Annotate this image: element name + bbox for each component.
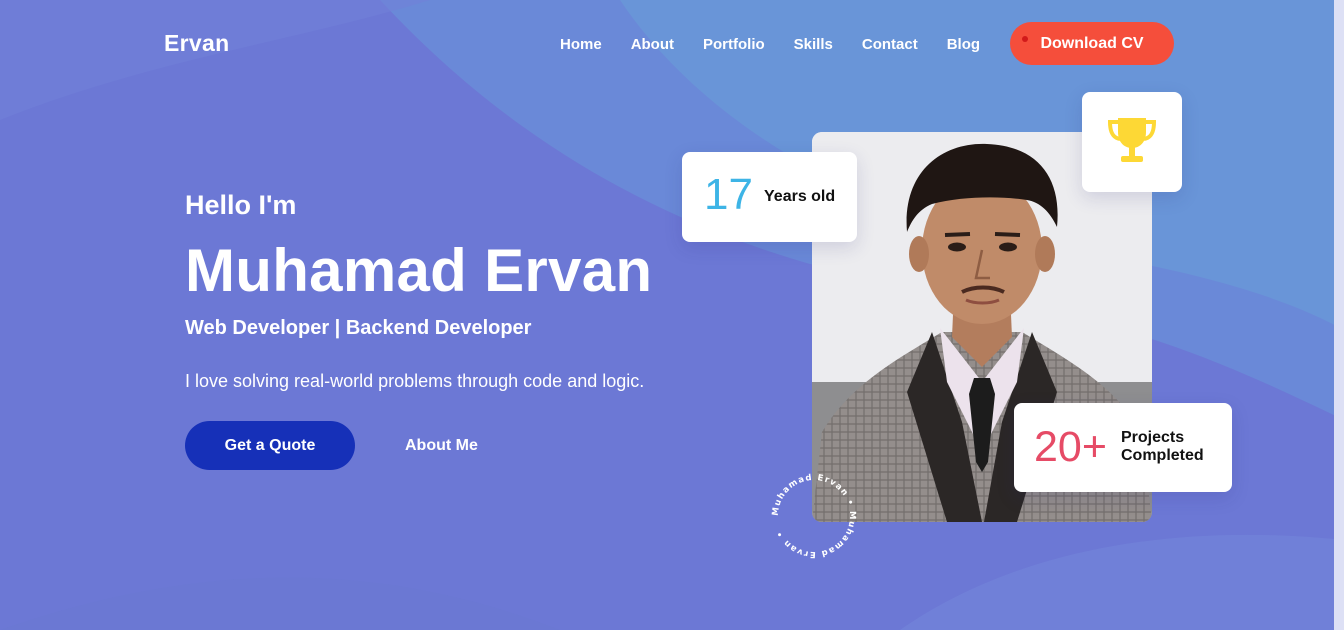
about-me-link[interactable]: About Me (405, 437, 478, 455)
trophy-card (1082, 92, 1182, 192)
cursor-dot (1022, 36, 1028, 42)
hero-tagline: I love solving real-world problems throu… (185, 371, 645, 391)
projects-card: 20+ Projects Completed (1014, 403, 1232, 492)
hero-name: Muhamad Ervan (185, 237, 653, 304)
nav-item-portfolio[interactable]: Portfolio (703, 36, 765, 53)
nav-item-skills[interactable]: Skills (794, 36, 833, 53)
nav-item-contact[interactable]: Contact (862, 36, 918, 53)
trophy-icon (1104, 112, 1160, 173)
nav-item-blog[interactable]: Blog (947, 36, 980, 53)
nav-item-about[interactable]: About (631, 36, 674, 53)
age-card: 17 Years old (682, 152, 857, 242)
nav-menu: Home About Portfolio Skills Contact Blog (560, 36, 1009, 53)
get-quote-button[interactable]: Get a Quote (185, 421, 355, 470)
projects-label-line2: Completed (1121, 447, 1204, 464)
age-label: Years old (764, 188, 836, 205)
nav-item-home[interactable]: Home (560, 36, 602, 53)
circular-badge-text: Muhamad Ervan • Muhamad Ervan • (771, 473, 857, 559)
hero-greeting: Hello I'm (185, 190, 297, 220)
projects-value: 20+ (1034, 423, 1107, 471)
hero-role: Web Developer | Backend Developer (185, 317, 532, 339)
navbar: Ervan Home About Portfolio Skills Contac… (0, 0, 1344, 90)
download-cv-button[interactable]: Download CV (1010, 22, 1174, 65)
circular-name-badge: Muhamad Ervan • Muhamad Ervan • (768, 470, 860, 562)
age-value: 17 (704, 170, 753, 219)
projects-label-line1: Projects (1121, 429, 1185, 446)
site-logo[interactable]: Ervan (164, 30, 229, 57)
projects-label: Projects Completed (1121, 429, 1221, 465)
download-cv-label: Download CV (1040, 34, 1144, 52)
